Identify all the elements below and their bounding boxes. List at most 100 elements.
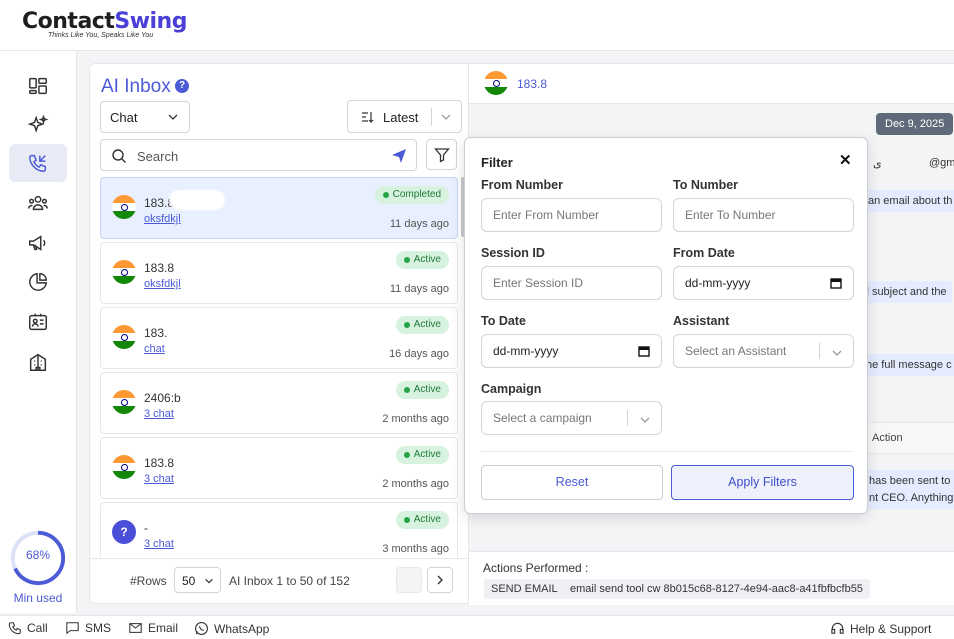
to-number-field[interactable]: Enter To Number: [673, 198, 854, 232]
phone-incoming-icon: [29, 154, 47, 172]
footer-bar: Call SMS Email WhatsApp Help & Support: [0, 615, 954, 639]
calendar-icon[interactable]: [638, 345, 650, 357]
search-input[interactable]: [137, 146, 377, 166]
campaign-label: Campaign: [481, 382, 542, 396]
footer-sms[interactable]: SMS: [65, 621, 111, 635]
item-time: 2 months ago: [382, 478, 449, 490]
list-item[interactable]: 2406:b 3 chat Active 2 months ago: [100, 372, 458, 434]
message-fragment: @gm: [929, 157, 954, 169]
actions-performed: Actions Performed : SEND EMAIL email sen…: [469, 551, 954, 605]
session-id-field[interactable]: Enter Session ID: [481, 266, 662, 300]
session-id-label: Session ID: [481, 246, 545, 260]
item-number: 183.8: [144, 456, 175, 470]
search-box: [100, 139, 417, 171]
item-link[interactable]: chat: [144, 343, 165, 355]
list-item[interactable]: 183. chat Active 16 days ago: [100, 307, 458, 369]
footer-email[interactable]: Email: [128, 621, 178, 635]
headset-icon: [831, 622, 844, 634]
item-number: -: [144, 521, 148, 535]
usage-meter: 68% Min used: [8, 529, 68, 605]
list-item[interactable]: 183.8 oksfdkjl Active 11 days ago: [100, 242, 458, 304]
channel-select[interactable]: Chat: [100, 101, 190, 133]
help-icon[interactable]: ?: [175, 79, 189, 93]
organization-nav[interactable]: [9, 343, 67, 381]
date-chip: Dec 9, 2025: [876, 113, 954, 135]
sparkles-icon: [27, 114, 49, 133]
chevron-down-icon: [205, 578, 213, 584]
item-number: 2406:b: [144, 391, 181, 405]
analytics-nav[interactable]: [9, 263, 67, 301]
message-fragment: an email about th: [863, 190, 954, 212]
status-badge: Active: [395, 511, 449, 529]
top-bar: ContactSwing Thinks Like You, Speaks Lik…: [0, 0, 954, 51]
list-item[interactable]: 183.8 oksfdkjl Completed 11 days ago: [100, 177, 458, 239]
footer-help[interactable]: Help & Support: [830, 621, 931, 636]
message-fragment: nt CEO. Anything: [864, 487, 954, 509]
to-number-label: To Number: [673, 178, 739, 192]
page-title: AI Inbox: [101, 76, 171, 97]
chevron-down-icon: [640, 417, 650, 423]
rows-per-page-select[interactable]: 50: [174, 567, 221, 593]
profile-nav[interactable]: [9, 303, 67, 341]
side-rail: 68% Min used: [0, 51, 77, 613]
list-item[interactable]: 183.8 3 chat Active 2 months ago: [100, 437, 458, 499]
item-time: 2 months ago: [382, 413, 449, 425]
sort-icon: [362, 112, 374, 123]
contacts-nav[interactable]: [9, 184, 67, 222]
from-date-field[interactable]: dd-mm-yyyy: [673, 266, 854, 300]
reset-button[interactable]: Reset: [481, 465, 663, 500]
from-number-field[interactable]: Enter From Number: [481, 198, 662, 232]
inbox-panel: AI Inbox ? Chat Latest 183.8 oksfdkjl Comp…: [89, 63, 469, 604]
india-flag-icon: [112, 390, 136, 414]
item-link[interactable]: oksfdkjl: [144, 213, 181, 225]
status-badge: Active: [395, 381, 449, 399]
page-range: AI Inbox 1 to 50 of 152: [229, 574, 350, 588]
item-link[interactable]: 3 chat: [144, 473, 174, 485]
item-link[interactable]: oksfdkjl: [144, 278, 181, 290]
item-number: 183.8: [144, 261, 175, 275]
india-flag-icon: [484, 71, 508, 95]
calendar-icon[interactable]: [830, 277, 842, 289]
megaphone-icon: [29, 235, 46, 251]
message-fragment: he full message c: [861, 354, 954, 376]
assistant-label: Assistant: [673, 314, 730, 328]
calls-nav[interactable]: [9, 144, 67, 182]
campaign-select[interactable]: Select a campaign: [481, 401, 662, 435]
item-time: 3 months ago: [382, 543, 449, 555]
chevron-down-icon: [168, 114, 178, 120]
search-icon: [112, 149, 126, 163]
next-page-button[interactable]: [427, 567, 453, 593]
footer-whatsapp[interactable]: WhatsApp: [194, 621, 269, 636]
india-flag-icon: [112, 455, 136, 479]
campaigns-nav[interactable]: [9, 224, 67, 262]
from-date-label: From Date: [673, 246, 735, 260]
conversation-list: 183.8 oksfdkjl Completed 11 days ago 183.8 ok…: [100, 177, 458, 557]
sort-select[interactable]: Latest: [347, 100, 462, 133]
action-chip: email send tool cw 8b015c68-8127-4e94-aa…: [563, 579, 870, 599]
item-time: 16 days ago: [389, 348, 449, 360]
to-date-field[interactable]: dd-mm-yyyy: [481, 334, 662, 368]
chevron-down-icon: [832, 350, 842, 356]
users-icon: [28, 195, 48, 211]
redacted-text: [169, 190, 225, 210]
status-badge: Active: [395, 251, 449, 269]
item-link[interactable]: 3 chat: [144, 408, 174, 420]
status-badge: Active: [395, 446, 449, 464]
footer-call[interactable]: Call: [8, 621, 48, 635]
ai-nav[interactable]: [9, 106, 67, 144]
brand-logo[interactable]: ContactSwing Thinks Like You, Speaks Lik…: [22, 10, 187, 40]
item-number: 183.: [144, 326, 168, 340]
conversation-number[interactable]: 183.8: [517, 77, 547, 91]
filter-button[interactable]: [426, 139, 457, 170]
assistant-select[interactable]: Select an Assistant: [673, 334, 854, 368]
chevron-right-icon: [437, 575, 443, 585]
list-item[interactable]: ? - 3 chat Active 3 months ago: [100, 502, 458, 557]
send-icon[interactable]: [391, 148, 407, 164]
close-icon[interactable]: ✕: [839, 151, 852, 169]
action-chip: SEND EMAIL: [484, 579, 565, 599]
prev-page-button[interactable]: [396, 567, 422, 593]
apply-filters-button[interactable]: Apply Filters: [671, 465, 854, 500]
item-link[interactable]: 3 chat: [144, 538, 174, 550]
filter-icon: [433, 147, 450, 163]
dashboard-nav[interactable]: [9, 67, 67, 105]
